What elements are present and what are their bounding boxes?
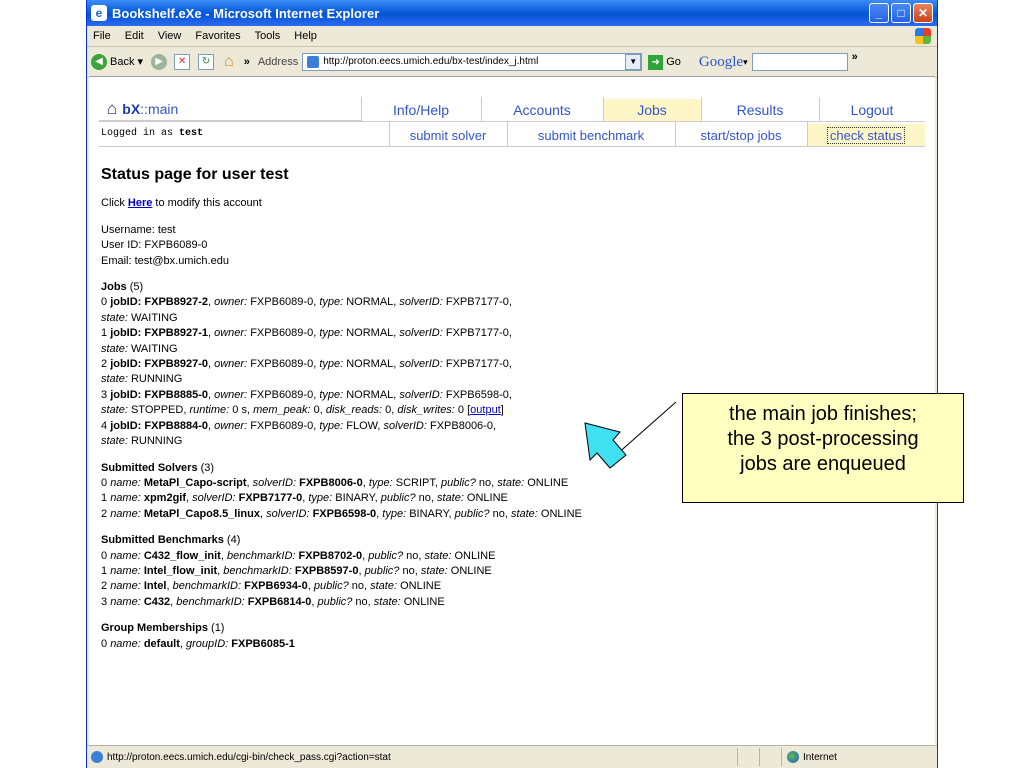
callout-pointer <box>584 401 677 469</box>
callout-leader-line <box>615 401 677 456</box>
callout-arrow-icon <box>584 422 627 469</box>
annotation-callout: the main job finishes; the 3 post-proces… <box>682 393 964 503</box>
callout-line-2: the 3 post-processing <box>727 428 919 450</box>
callout-line-3: jobs are enqueued <box>740 453 906 475</box>
callout-line-1: the main job finishes; <box>729 403 917 425</box>
